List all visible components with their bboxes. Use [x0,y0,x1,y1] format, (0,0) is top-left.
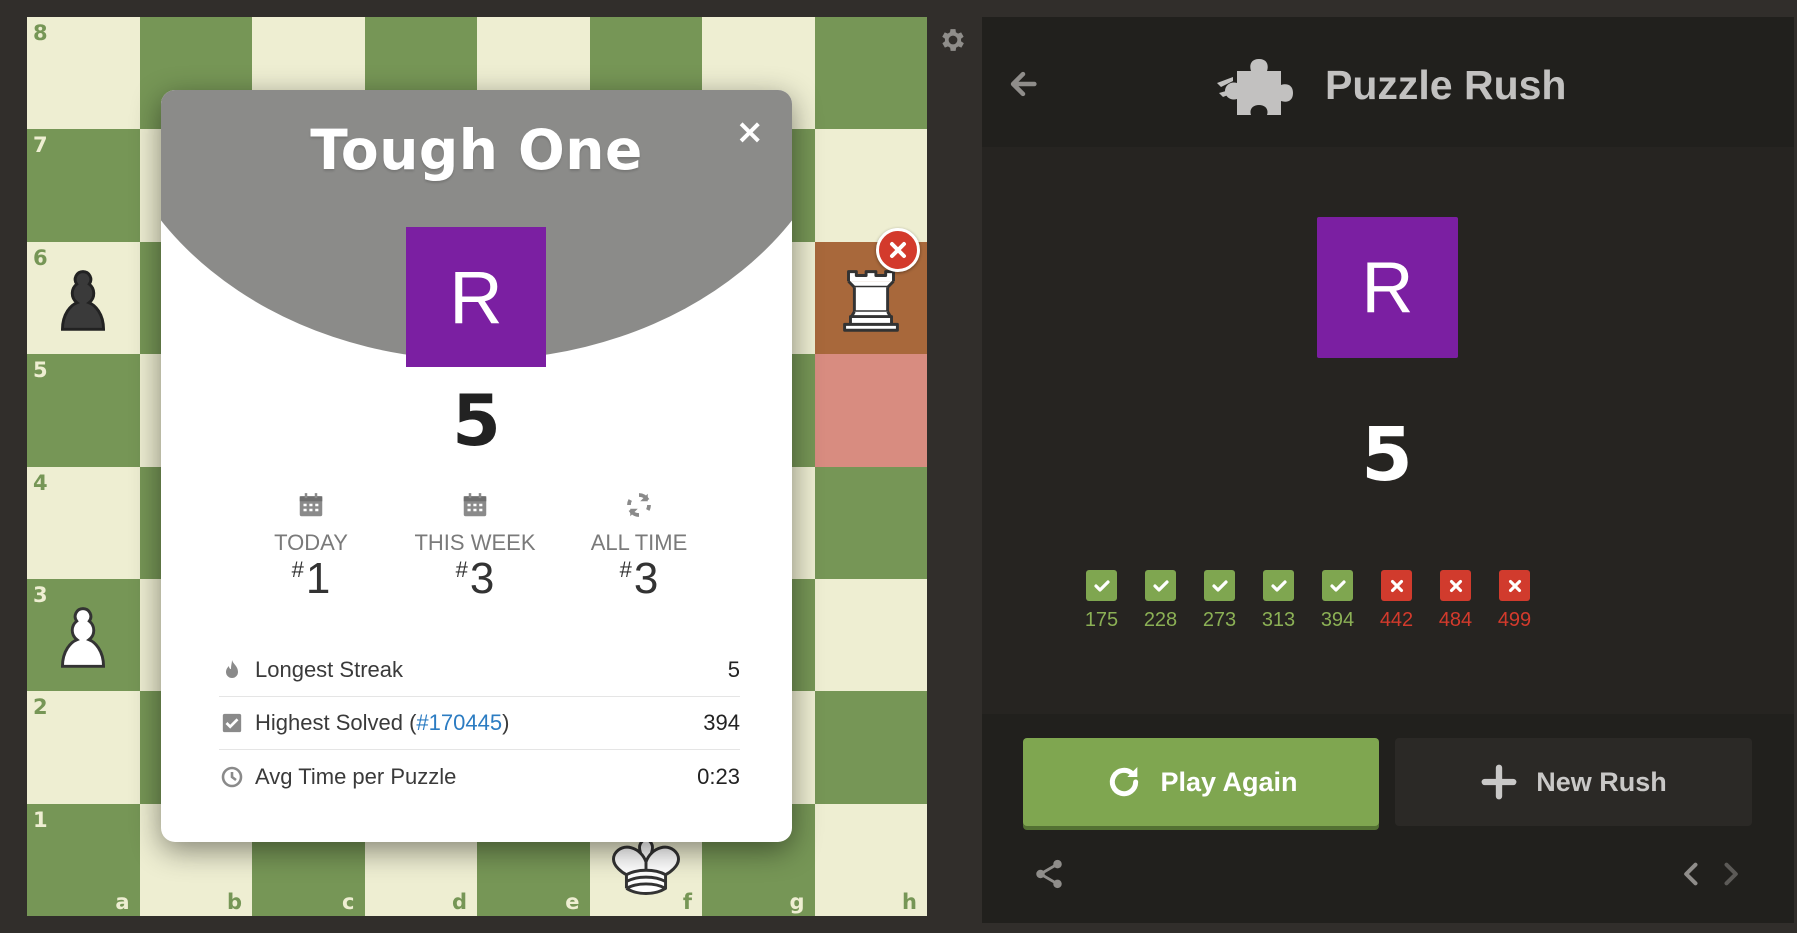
flame-icon [219,657,245,683]
rank-value: #3 [455,554,495,603]
square-h8[interactable] [814,17,927,130]
result-rating: 175 [1084,609,1119,631]
avatar: R [1317,217,1458,358]
result-rating: 499 [1497,609,1532,631]
rank-coordinate: 4 [33,470,48,495]
panel-score: 5 [1361,412,1413,498]
calendar-icon [463,493,487,517]
check-icon [1263,570,1294,601]
result-item[interactable]: 484 [1426,570,1485,632]
refresh-icon [627,493,651,517]
rank-label: TODAY [274,530,348,555]
file-coordinate: e [565,890,580,915]
stat-value: 5 [727,657,740,682]
rank-coordinate: 7 [33,133,48,158]
result-rating: 394 [1320,609,1355,631]
chevron-left-icon[interactable] [1678,859,1706,889]
result-item[interactable]: 499 [1485,570,1544,632]
file-coordinate: a [115,890,130,915]
rank-coordinate: 8 [33,21,48,45]
results-list: 175 228 273 313 394 442 484 499 [1072,570,1544,632]
result-item[interactable]: 442 [1367,570,1426,632]
back-arrow-icon[interactable] [1006,67,1040,101]
square-h2[interactable] [814,691,927,804]
file-coordinate: c [342,890,355,915]
x-icon [1499,570,1530,601]
result-rating: 228 [1143,609,1178,631]
puzzle-rush-panel: Puzzle Rush R 5 175 228 273 313 394 442 484 499… [982,17,1794,923]
file-coordinate: b [226,890,242,915]
white-pawn-piece[interactable] [27,579,140,691]
rank-value: #1 [291,554,331,603]
panel-footer: Play Again New Rush [982,714,1794,923]
square-a8[interactable]: 8 [27,17,140,130]
rank-coordinate: 5 [33,358,48,383]
refresh-icon [1110,767,1139,797]
stats-list: Longest Streak 5 Highest Solved (#170445… [219,644,740,803]
rank-label: ALL TIME [590,530,688,555]
rank-all-time: ALL TIME #3 [559,490,719,604]
clock-icon [219,764,245,790]
result-item[interactable]: 228 [1131,570,1190,632]
puzzle-link[interactable]: #170445 [416,710,502,735]
check-icon [1086,570,1117,601]
square-a4[interactable]: 4 [27,466,140,579]
stat-longest-streak: Longest Streak 5 [219,644,740,697]
play-again-button[interactable]: Play Again [1023,738,1379,826]
panel-header: Puzzle Rush [982,17,1794,147]
stat-highest-solved: Highest Solved (#170445) 394 [219,697,740,750]
file-coordinate: d [451,890,467,915]
panel-title: Puzzle Rush [1325,61,1567,108]
modal-title: Tough One [310,118,643,182]
puzzle-piece-icon [1217,59,1293,115]
result-modal: Tough One × R 5 TODAY #1 THIS WEEK #3 AL… [161,90,792,842]
check-icon [1204,570,1235,601]
new-rush-button[interactable]: New Rush [1395,738,1752,826]
rank-this-week: THIS WEEK #3 [395,490,555,604]
square-a7[interactable]: 7 [27,129,140,242]
calendar-icon [299,493,323,517]
avatar: R [406,227,546,367]
x-icon [1440,570,1471,601]
result-item[interactable]: 394 [1308,570,1367,632]
square-h4[interactable] [814,466,927,579]
stat-value: 394 [703,710,740,735]
rank-value: #3 [619,554,659,603]
plus-icon [1481,764,1517,800]
file-coordinate: g [789,890,805,915]
panel-title-wrap: Puzzle Rush [1217,53,1566,117]
check-icon [1322,570,1353,601]
square-h3[interactable] [814,578,927,692]
chevron-right-icon[interactable] [1716,859,1744,889]
x-circle-icon [876,228,920,272]
square-a1[interactable]: 1a [27,803,140,917]
rank-coordinate: 2 [33,695,48,720]
file-coordinate: h [902,890,917,915]
square-a5[interactable]: 5 [27,354,140,467]
result-item[interactable]: 273 [1190,570,1249,632]
result-rating: 313 [1261,609,1296,631]
x-icon [1381,570,1412,601]
checkbox-icon [219,710,245,736]
stat-value: 0:23 [697,763,740,789]
result-rating: 442 [1379,609,1414,631]
result-rating: 484 [1438,609,1473,631]
share-icon[interactable] [1032,857,1066,891]
square-h5[interactable] [814,354,927,467]
rank-coordinate: 1 [33,807,48,832]
close-icon[interactable]: × [736,112,765,152]
square-h1[interactable]: h [814,803,927,917]
stat-avg-time: Avg Time per Puzzle 0:23 [219,750,740,803]
square-h7[interactable] [814,129,927,242]
square-a2[interactable]: 2 [27,691,140,804]
black-pawn-piece[interactable] [27,242,140,354]
check-icon [1145,570,1176,601]
gear-icon[interactable] [938,25,968,55]
rank-label: THIS WEEK [414,530,536,555]
result-item[interactable]: 313 [1249,570,1308,632]
result-rating: 273 [1202,609,1237,631]
rank-today: TODAY #1 [231,490,391,604]
modal-score: 5 [452,380,501,462]
result-item[interactable]: 175 [1072,570,1131,632]
